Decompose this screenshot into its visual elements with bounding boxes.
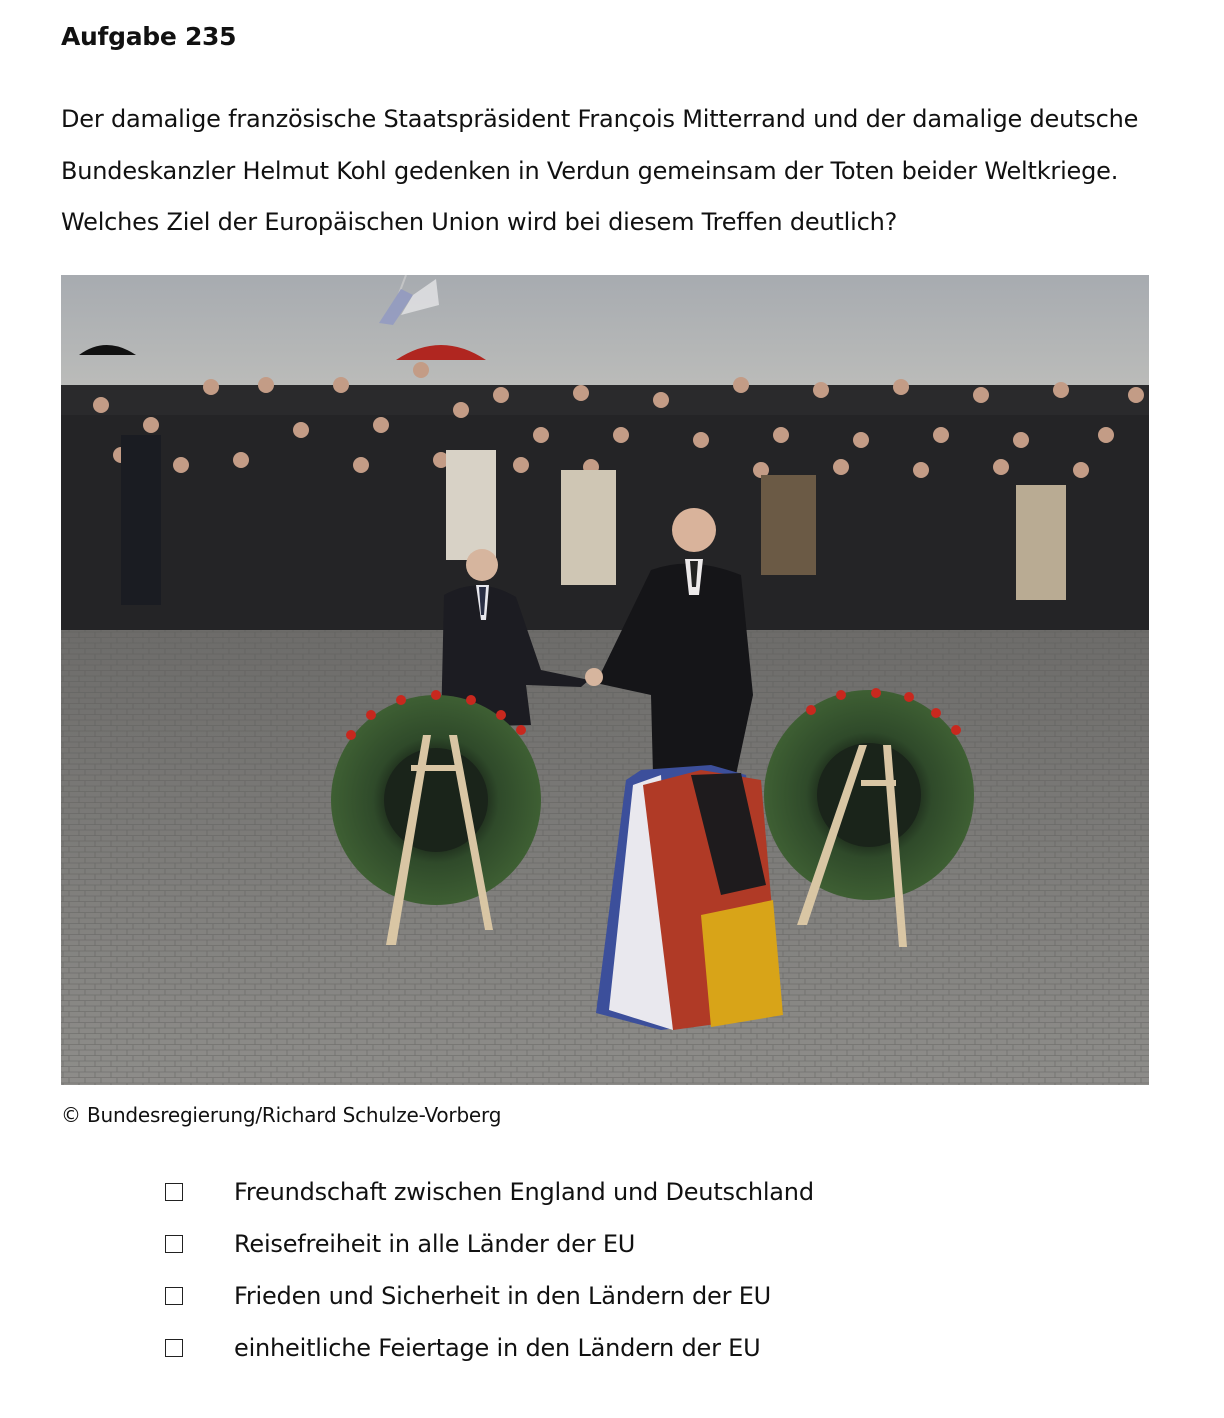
photo-credit: © Bundesregierung/Richard Schulze-Vorber… [61, 1103, 502, 1127]
question-line: Welches Ziel der Europäischen Union wird… [61, 208, 898, 236]
answer-option[interactable]: Frieden und Sicherheit in den Ländern de… [165, 1270, 814, 1322]
checkbox[interactable] [165, 1183, 183, 1201]
checkbox[interactable] [165, 1287, 183, 1305]
checkbox[interactable] [165, 1339, 183, 1357]
option-label: einheitliche Feiertage in den Ländern de… [234, 1334, 761, 1362]
flag-draped-catafalque [596, 765, 783, 1030]
answer-option[interactable]: Freundschaft zwischen England und Deutsc… [165, 1166, 814, 1218]
option-label: Frieden und Sicherheit in den Ländern de… [234, 1282, 772, 1310]
task-title: Aufgabe 235 [61, 22, 237, 51]
question-line: Bundeskanzler Helmut Kohl gedenken in Ve… [61, 156, 1119, 185]
answer-option[interactable]: einheitliche Feiertage in den Ländern de… [165, 1322, 814, 1374]
checkbox[interactable] [165, 1235, 183, 1253]
option-label: Reisefreiheit in alle Länder der EU [234, 1230, 636, 1258]
question-text: Der damalige französische Staatspräsiden… [61, 94, 1161, 249]
verdun-memorial-photo [61, 275, 1149, 1085]
option-label: Freundschaft zwischen England und Deutsc… [234, 1178, 814, 1206]
clasped-hands [585, 668, 603, 686]
question-line: Der damalige französische Staatspräsiden… [61, 105, 1139, 133]
answer-options: Freundschaft zwischen England und Deutsc… [165, 1166, 814, 1374]
answer-option[interactable]: Reisefreiheit in alle Länder der EU [165, 1218, 814, 1270]
